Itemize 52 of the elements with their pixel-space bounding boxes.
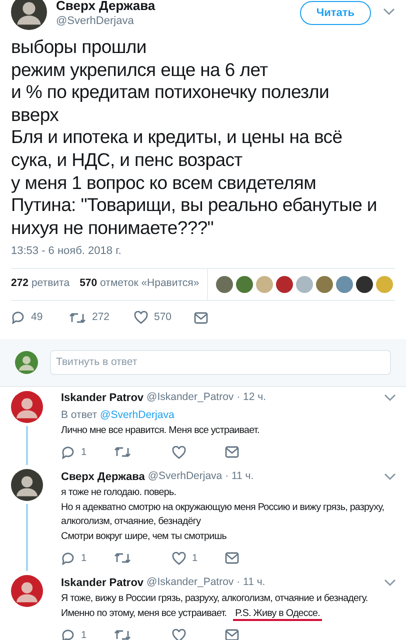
avatar-icon[interactable] xyxy=(11,0,47,30)
reply-text: я тоже не голодаю. поверь. Но я адекватно смотрю на окружающую меня Россию и вижу грязь, разруху, алкоголизм, отчаяние, безнадёгу Смотри вокруг шире, чем ты смотришь xyxy=(61,486,386,544)
heart-icon[interactable] xyxy=(134,311,148,324)
retweet-icon[interactable] xyxy=(114,552,131,564)
retweet-icon[interactable] xyxy=(114,629,131,640)
reply-author-name[interactable]: Iskander Patrov xyxy=(61,574,144,592)
reply-author-handle[interactable]: @SverhDerjava · 11 ч. xyxy=(148,468,254,485)
like-count: 1 xyxy=(192,552,198,566)
retweet-count: 272 xyxy=(92,310,110,325)
reply-icon[interactable] xyxy=(61,628,75,640)
follow-button[interactable]: Читать xyxy=(300,1,371,25)
reply-text: Лично мне все нравится. Меня все устраивает. xyxy=(61,424,260,438)
reply-to-line: В ответ @SverhDerjava xyxy=(61,408,176,422)
stat-link[interactable]: 272 ретвита xyxy=(11,276,70,292)
reply-count: 1 xyxy=(81,552,87,566)
reply-author-name[interactable]: Сверх Держава xyxy=(61,468,145,486)
retweet-icon[interactable] xyxy=(69,312,86,324)
chevron-icon[interactable] xyxy=(384,394,396,402)
avatar-icon[interactable] xyxy=(11,469,43,502)
message-icon[interactable] xyxy=(225,629,239,640)
mention-link[interactable]: @SverhDerjava xyxy=(100,408,174,421)
stat-link[interactable]: 570 отметок «Нравится» xyxy=(80,276,200,292)
chevron-icon[interactable] xyxy=(384,578,396,587)
reply-icon[interactable] xyxy=(61,446,75,459)
liker-avatar[interactable] xyxy=(356,276,374,293)
liker-avatar[interactable] xyxy=(276,276,294,293)
reply-icon[interactable] xyxy=(61,552,75,565)
author-name[interactable]: Сверх Держава xyxy=(56,0,156,14)
reply-count: 49 xyxy=(31,310,43,325)
reply-input[interactable]: Твитнуть в ответ xyxy=(50,350,391,375)
author-handle[interactable]: @SverhDerjava xyxy=(56,14,156,28)
reply-count: 1 xyxy=(81,628,87,640)
message-icon[interactable] xyxy=(225,446,239,458)
reply-author-handle[interactable]: @Iskander_Patrov · 11 ч. xyxy=(146,574,266,591)
chevron-icon[interactable] xyxy=(384,472,396,481)
message-icon[interactable] xyxy=(194,312,208,324)
reply-icon[interactable] xyxy=(11,311,25,324)
reply-count: 1 xyxy=(81,446,87,460)
tweet-text: выборы прошли режим укрепился еще на 6 лет и % по кредитам потихонечку полезли вверх Бля и ипотека и кредиты, и цены на всё сука, и НДС, и пенс возраст у меня 1 вопрос ко всем свидетелям Путина: "Товарищи, вы реально ебанутые и нихуя не понимаете???" xyxy=(11,36,378,240)
avatar-icon[interactable] xyxy=(11,390,43,423)
message-icon[interactable] xyxy=(225,552,239,564)
heart-icon[interactable] xyxy=(172,628,186,640)
heart-icon[interactable] xyxy=(172,446,186,459)
retweet-icon[interactable] xyxy=(114,446,131,458)
like-count: 570 xyxy=(154,310,172,325)
reply-author-name[interactable]: Iskander Patrov xyxy=(61,390,144,407)
tweet-timestamp[interactable]: 13:53 - 6 нояб. 2018 г. xyxy=(11,243,395,260)
reply-author-handle[interactable]: @Iskander_Patrov · 12 ч. xyxy=(146,390,266,406)
reply-text: Я тоже, вижу в России грязь, разруху, алкоголизм, отчаяние и безнадегу. Именно по этому, меня все устраивает. P.S. Живу в Одессе. xyxy=(61,592,369,622)
chevron-icon[interactable] xyxy=(383,8,395,16)
avatar-icon[interactable] xyxy=(11,575,43,608)
heart-icon[interactable] xyxy=(172,552,186,565)
